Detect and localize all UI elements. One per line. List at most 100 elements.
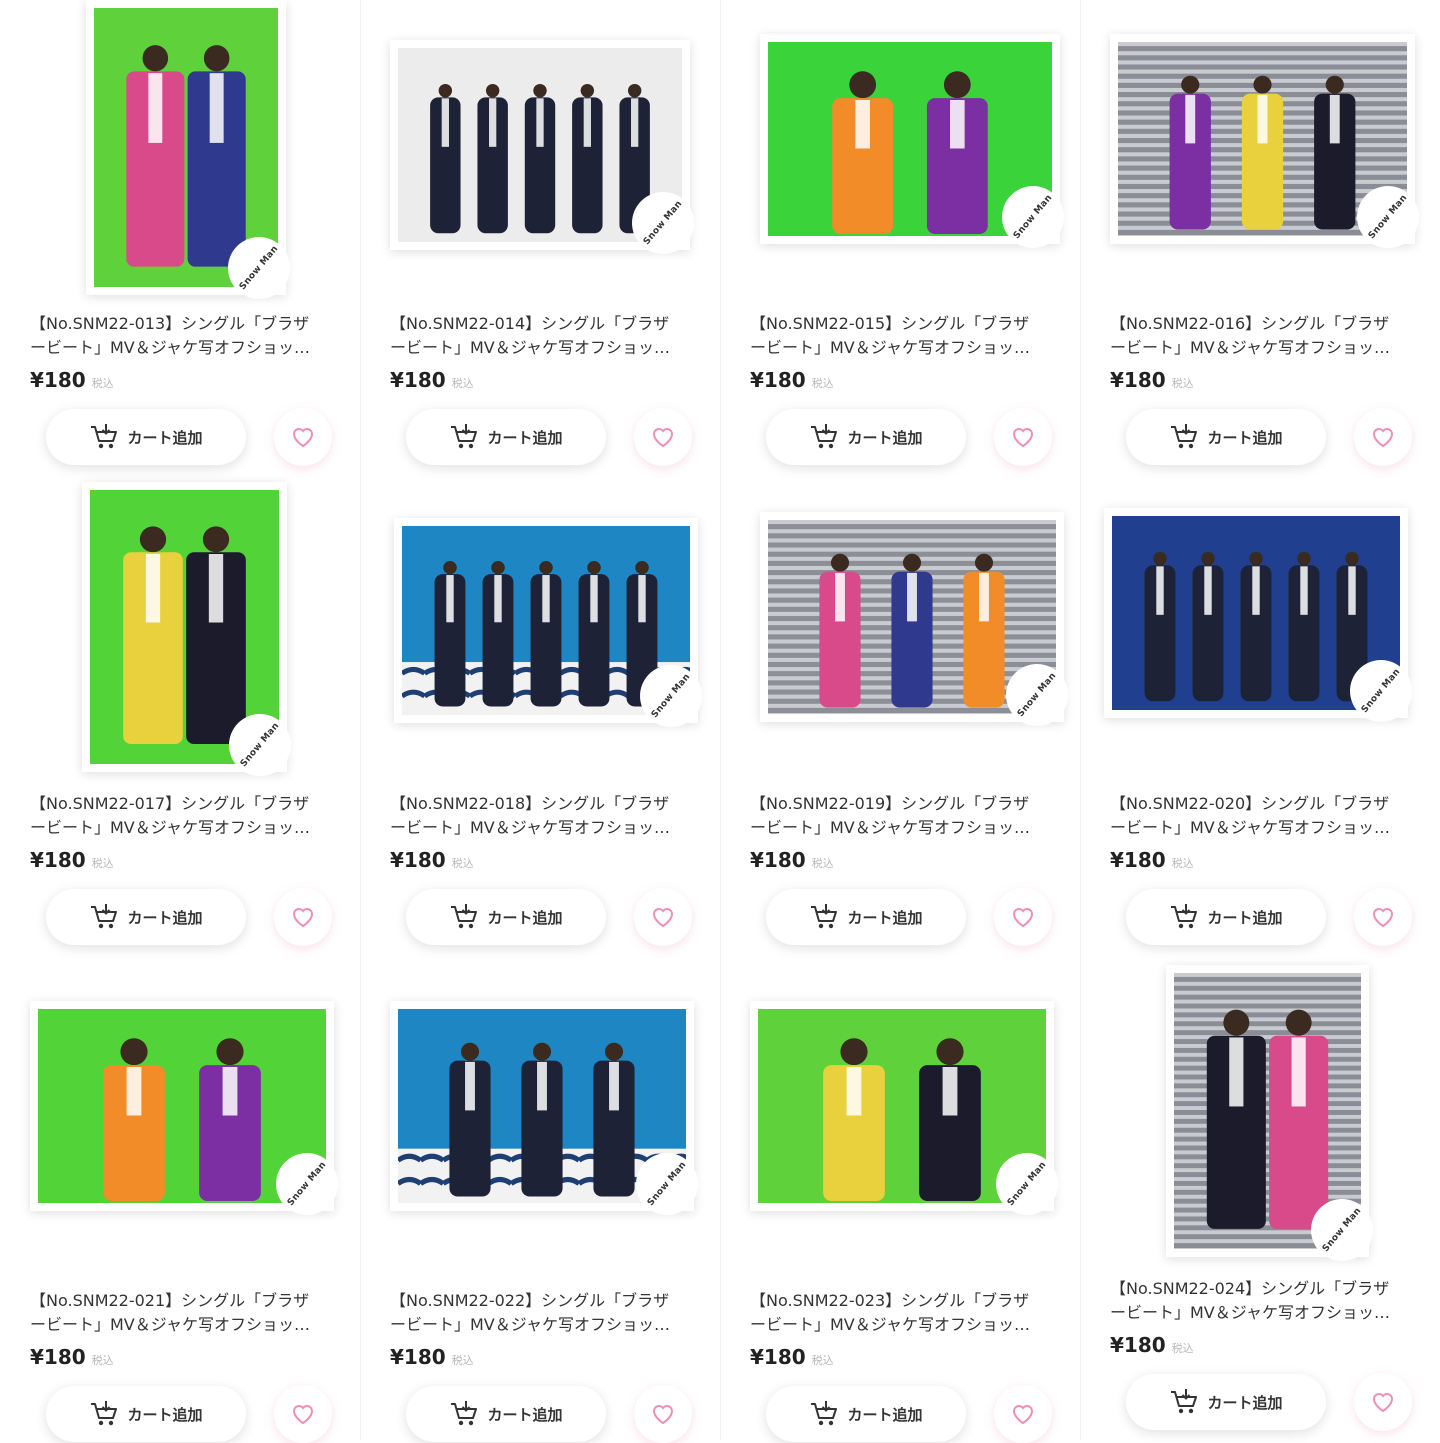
product-photo[interactable]: Snow Man: [1166, 965, 1373, 1261]
title-line-1: 【No.SNM22-019】シングル「ブラザ: [750, 794, 1030, 813]
product-photo[interactable]: Snow Man: [82, 482, 291, 776]
title-line-1: 【No.SNM22-018】シングル「ブラザ: [390, 794, 670, 813]
add-to-cart-button[interactable]: カート追加: [46, 1386, 246, 1442]
cart-label: カート追加: [127, 428, 203, 447]
product-photo[interactable]: Snow Man: [394, 518, 702, 727]
product-photo[interactable]: Snow Man: [86, 0, 290, 299]
cart-label: カート追加: [847, 908, 923, 927]
price-value: ¥180: [30, 848, 86, 872]
favorite-button[interactable]: [994, 1385, 1052, 1443]
product-title[interactable]: 【No.SNM22-015】シングル「ブラザ ービート」MV＆ジャケ写オフショッ…: [750, 312, 1060, 360]
tax-label: 税込: [451, 377, 474, 390]
heart-icon: [1011, 906, 1035, 928]
product-card[interactable]: Snow Man 【No.SNM22-020】シングル「ブラザ ービート」MV＆ジャ…: [1104, 482, 1440, 952]
product-price: ¥180 税込: [30, 1345, 114, 1369]
add-to-cart-button[interactable]: カート追加: [46, 889, 246, 945]
tax-label: 税込: [91, 857, 114, 870]
favorite-button[interactable]: [634, 408, 692, 466]
logo-text: Snow Man: [1011, 192, 1055, 242]
add-to-cart-button[interactable]: カート追加: [406, 1386, 606, 1442]
add-to-cart-button[interactable]: カート追加: [406, 409, 606, 465]
product-price: ¥180 税込: [750, 368, 834, 392]
product-photo[interactable]: Snow Man: [760, 512, 1068, 726]
product-title[interactable]: 【No.SNM22-022】シングル「ブラザ ービート」MV＆ジャケ写オフショッ…: [390, 1289, 700, 1337]
product-card[interactable]: Snow Man 【No.SNM22-015】シングル「ブラザ ービート」MV＆ジャ…: [750, 0, 1090, 470]
heart-icon: [651, 1403, 675, 1425]
price-value: ¥180: [390, 1345, 446, 1369]
add-to-cart-button[interactable]: カート追加: [1126, 1374, 1326, 1430]
cart-label: カート追加: [487, 1405, 563, 1424]
favorite-button[interactable]: [634, 1385, 692, 1443]
product-title[interactable]: 【No.SNM22-021】シングル「ブラザ ービート」MV＆ジャケ写オフショッ…: [30, 1289, 340, 1337]
product-title[interactable]: 【No.SNM22-013】シングル「ブラザ ービート」MV＆ジャケ写オフショッ…: [30, 312, 340, 360]
logo-text: Snow Man: [1005, 1159, 1049, 1209]
add-to-cart-button[interactable]: カート追加: [766, 409, 966, 465]
price-value: ¥180: [750, 368, 806, 392]
favorite-button[interactable]: [1354, 1373, 1412, 1431]
product-photo[interactable]: Snow Man: [390, 1001, 698, 1215]
product-title[interactable]: 【No.SNM22-018】シングル「ブラザ ービート」MV＆ジャケ写オフショッ…: [390, 792, 700, 840]
favorite-button[interactable]: [994, 888, 1052, 946]
logo-text: Snow Man: [238, 720, 282, 770]
product-card[interactable]: Snow Man 【No.SNM22-024】シングル「ブラザ ービート」MV＆ジャ…: [1110, 965, 1440, 1435]
brand-logo: Snow Man: [1002, 186, 1064, 248]
cart-icon: [89, 903, 127, 931]
tax-label: 税込: [1171, 857, 1194, 870]
tax-label: 税込: [91, 377, 114, 390]
product-photo[interactable]: Snow Man: [1104, 508, 1412, 722]
title-line-2: ービート」MV＆ジャケ写オフショッ…: [1110, 818, 1390, 837]
title-line-1: 【No.SNM22-023】シングル「ブラザ: [750, 1291, 1030, 1310]
product-photo[interactable]: Snow Man: [1110, 34, 1419, 248]
product-card[interactable]: Snow Man 【No.SNM22-017】シングル「ブラザ ービート」MV＆ジャ…: [30, 482, 370, 952]
product-card[interactable]: Snow Man 【No.SNM22-019】シングル「ブラザ ービート」MV＆ジャ…: [750, 482, 1090, 952]
favorite-button[interactable]: [1354, 888, 1412, 946]
product-title[interactable]: 【No.SNM22-016】シングル「ブラザ ービート」MV＆ジャケ写オフショッ…: [1110, 312, 1420, 360]
logo-text: Snow Man: [237, 243, 281, 293]
product-title[interactable]: 【No.SNM22-020】シングル「ブラザ ービート」MV＆ジャケ写オフショッ…: [1110, 792, 1420, 840]
product-card[interactable]: Snow Man 【No.SNM22-013】シングル「ブラザ ービート」MV＆ジャ…: [30, 0, 370, 470]
price-value: ¥180: [30, 1345, 86, 1369]
product-card[interactable]: Snow Man 【No.SNM22-023】シングル「ブラザ ービート」MV＆ジャ…: [750, 965, 1090, 1443]
title-line-1: 【No.SNM22-016】シングル「ブラザ: [1110, 314, 1390, 333]
product-photo[interactable]: Snow Man: [30, 1001, 338, 1215]
price-value: ¥180: [1110, 1333, 1166, 1357]
logo-text: Snow Man: [645, 1159, 689, 1209]
product-photo[interactable]: Snow Man: [750, 1001, 1058, 1215]
product-title[interactable]: 【No.SNM22-023】シングル「ブラザ ービート」MV＆ジャケ写オフショッ…: [750, 1289, 1060, 1337]
favorite-button[interactable]: [634, 888, 692, 946]
title-line-2: ービート」MV＆ジャケ写オフショッ…: [390, 338, 670, 357]
product-card[interactable]: Snow Man 【No.SNM22-022】シングル「ブラザ ービート」MV＆ジャ…: [390, 965, 730, 1443]
add-to-cart-button[interactable]: カート追加: [766, 1386, 966, 1442]
product-card[interactable]: Snow Man 【No.SNM22-021】シングル「ブラザ ービート」MV＆ジャ…: [30, 965, 370, 1443]
product-photo[interactable]: Snow Man: [760, 34, 1064, 248]
cart-label: カート追加: [1207, 1393, 1283, 1412]
logo-text: Snow Man: [285, 1159, 329, 1209]
add-to-cart-button[interactable]: カート追加: [46, 409, 246, 465]
product-title[interactable]: 【No.SNM22-019】シングル「ブラザ ービート」MV＆ジャケ写オフショッ…: [750, 792, 1060, 840]
product-price: ¥180 税込: [750, 848, 834, 872]
product-photo[interactable]: Snow Man: [390, 40, 694, 254]
cart-icon: [449, 903, 487, 931]
product-card[interactable]: Snow Man 【No.SNM22-014】シングル「ブラザ ービート」MV＆ジャ…: [390, 0, 730, 470]
favorite-button[interactable]: [274, 408, 332, 466]
product-title[interactable]: 【No.SNM22-014】シングル「ブラザ ービート」MV＆ジャケ写オフショッ…: [390, 312, 700, 360]
brand-logo: Snow Man: [632, 192, 694, 254]
favorite-button[interactable]: [274, 1385, 332, 1443]
add-to-cart-button[interactable]: カート追加: [766, 889, 966, 945]
product-title[interactable]: 【No.SNM22-024】シングル「ブラザ ービート」MV＆ジャケ写オフショッ…: [1110, 1277, 1420, 1325]
logo-text: Snow Man: [1359, 666, 1403, 716]
product-title[interactable]: 【No.SNM22-017】シングル「ブラザ ービート」MV＆ジャケ写オフショッ…: [30, 792, 340, 840]
add-to-cart-button[interactable]: カート追加: [406, 889, 606, 945]
title-line-1: 【No.SNM22-015】シングル「ブラザ: [750, 314, 1030, 333]
favorite-button[interactable]: [274, 888, 332, 946]
cart-icon: [809, 423, 847, 451]
favorite-button[interactable]: [994, 408, 1052, 466]
add-to-cart-button[interactable]: カート追加: [1126, 409, 1326, 465]
product-price: ¥180 税込: [390, 848, 474, 872]
product-card[interactable]: Snow Man 【No.SNM22-018】シングル「ブラザ ービート」MV＆ジャ…: [390, 482, 730, 952]
add-to-cart-button[interactable]: カート追加: [1126, 889, 1326, 945]
tax-label: 税込: [811, 1354, 834, 1367]
product-card[interactable]: Snow Man 【No.SNM22-016】シングル「ブラザ ービート」MV＆ジャ…: [1110, 0, 1440, 470]
favorite-button[interactable]: [1354, 408, 1412, 466]
tax-label: 税込: [811, 377, 834, 390]
